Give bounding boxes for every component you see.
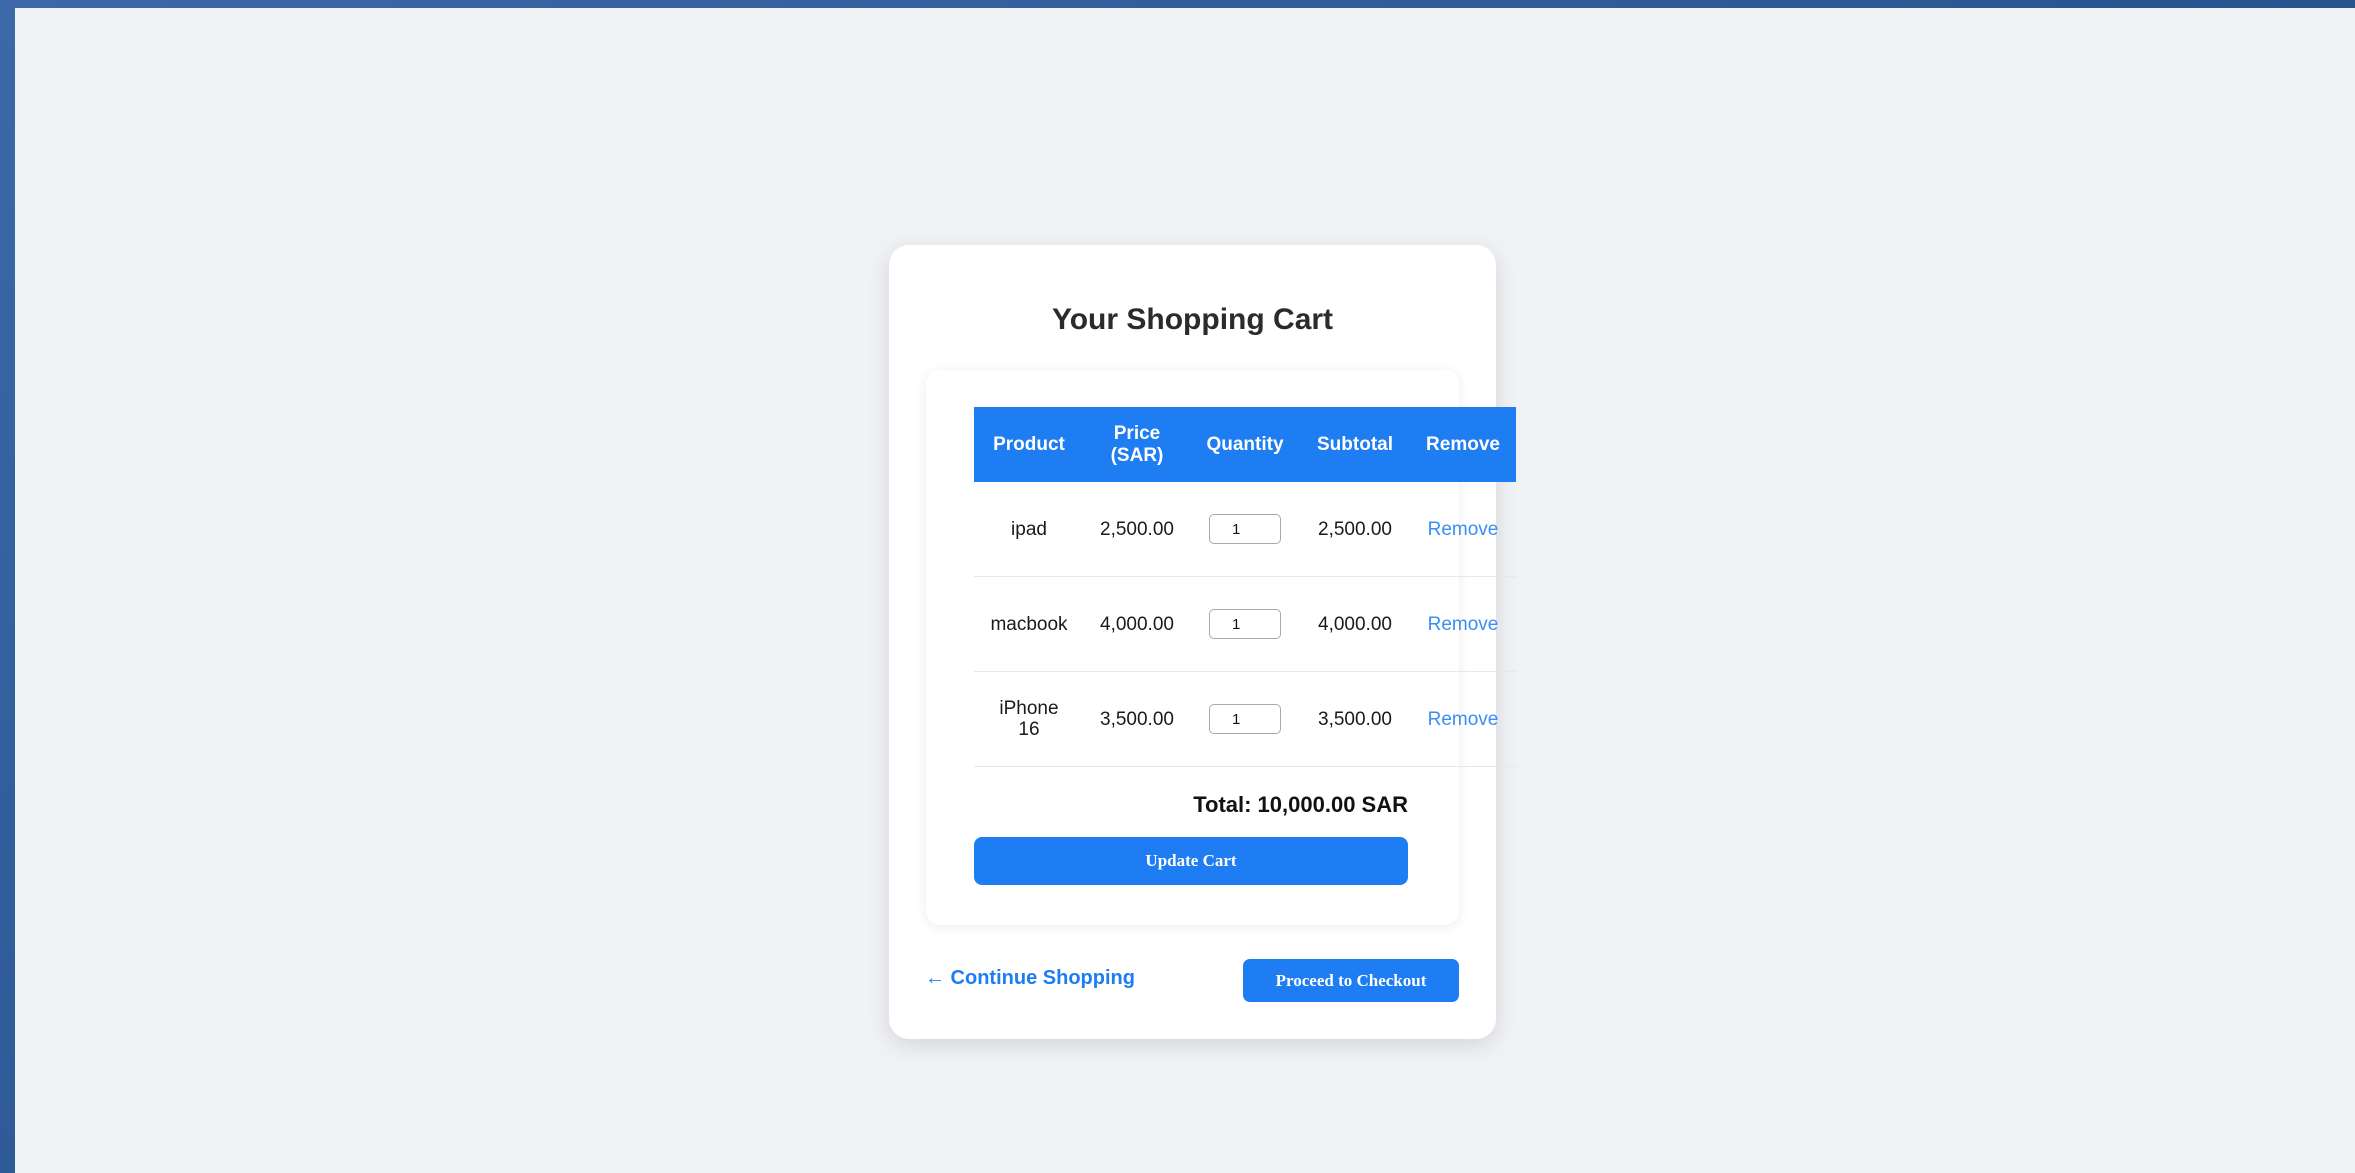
- header-quantity: Quantity: [1190, 407, 1300, 482]
- quantity-cell: [1190, 576, 1300, 672]
- cart-table: Product Price (SAR) Quantity Subtotal Re…: [974, 407, 1516, 767]
- product-subtotal: 4,000.00: [1300, 576, 1410, 672]
- header-price: Price (SAR): [1084, 407, 1190, 482]
- window-frame-top: [0, 0, 2355, 8]
- product-name: macbook: [974, 576, 1084, 672]
- cart-items-panel: Product Price (SAR) Quantity Subtotal Re…: [926, 370, 1516, 925]
- remove-link[interactable]: Remove: [1428, 614, 1499, 635]
- cart-card: Your Shopping Cart Product Price (SAR) Q…: [889, 245, 1516, 1039]
- remove-link[interactable]: Remove: [1428, 519, 1499, 540]
- product-subtotal: 2,500.00: [1300, 482, 1410, 577]
- continue-shopping-link[interactable]: ← Continue Shopping: [925, 967, 1135, 990]
- update-cart-button[interactable]: Update Cart: [974, 837, 1408, 885]
- table-row: ipad 2,500.00 2,500.00 Remove: [974, 482, 1516, 577]
- header-remove: Remove: [1410, 407, 1516, 482]
- page-title: Your Shopping Cart: [1051, 303, 1334, 336]
- remove-cell: Remove: [1410, 576, 1516, 672]
- product-price: 4,000.00: [1084, 576, 1190, 672]
- cart-total: Total: 10,000.00 SAR: [1193, 792, 1408, 817]
- header-subtotal: Subtotal: [1300, 407, 1410, 482]
- window-frame-left: [0, 0, 15, 1173]
- quantity-input[interactable]: [1209, 514, 1281, 544]
- remove-cell: Remove: [1410, 671, 1516, 767]
- remove-link[interactable]: Remove: [1428, 709, 1499, 730]
- table-row: macbook 4,000.00 4,000.00 Remove: [974, 576, 1516, 672]
- product-price: 3,500.00: [1084, 671, 1190, 767]
- product-price: 2,500.00: [1084, 482, 1190, 577]
- quantity-input[interactable]: [1209, 609, 1281, 639]
- proceed-to-checkout-button[interactable]: Proceed to Checkout: [1243, 959, 1459, 1002]
- product-subtotal: 3,500.00: [1300, 671, 1410, 767]
- quantity-input[interactable]: [1209, 704, 1281, 734]
- product-name: ipad: [974, 482, 1084, 577]
- quantity-cell: [1190, 482, 1300, 577]
- table-row: iPhone 16 3,500.00 3,500.00 Remove: [974, 671, 1516, 767]
- header-product: Product: [974, 407, 1084, 482]
- remove-cell: Remove: [1410, 482, 1516, 577]
- product-name: iPhone 16: [974, 671, 1084, 767]
- quantity-cell: [1190, 671, 1300, 767]
- table-header-row: Product Price (SAR) Quantity Subtotal Re…: [974, 407, 1516, 482]
